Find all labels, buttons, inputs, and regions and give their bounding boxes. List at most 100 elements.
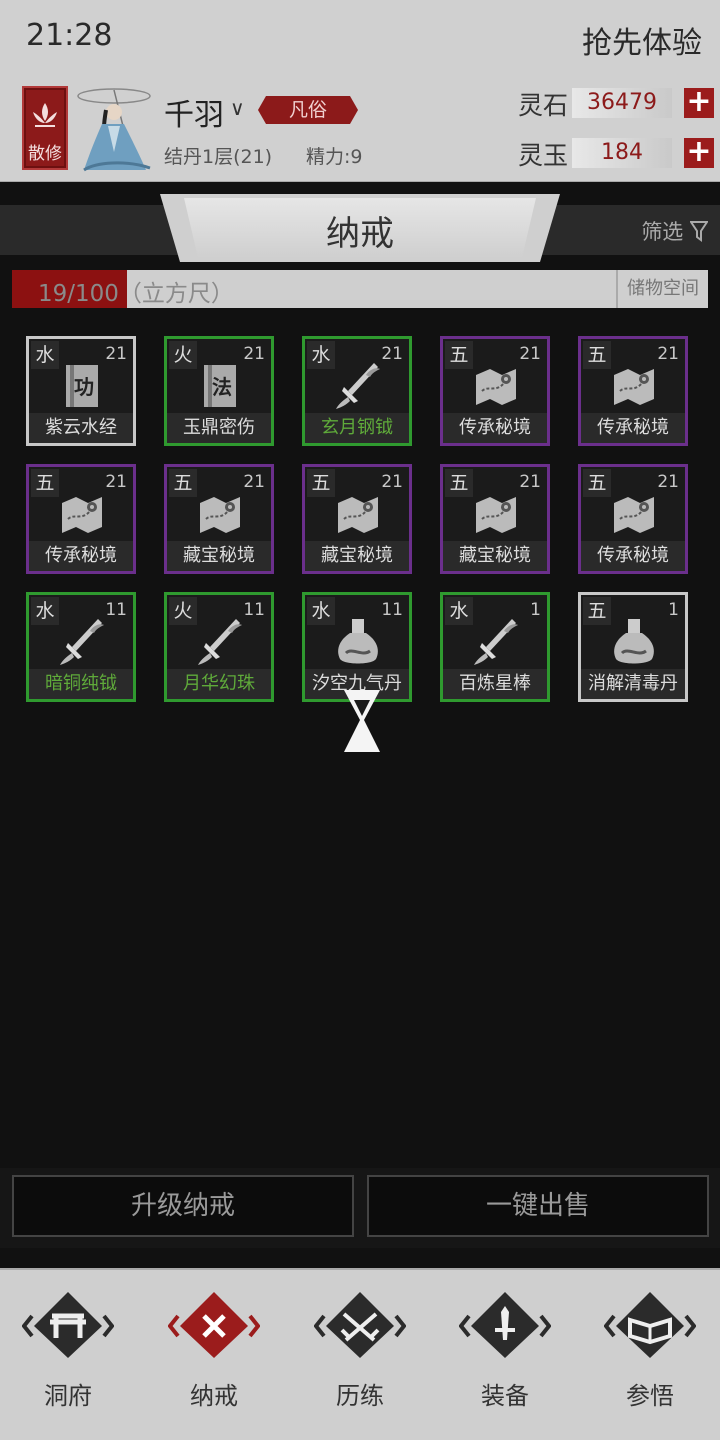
element-tag: 水 [445,597,473,625]
map-scroll-icon [470,361,522,411]
map-scroll-icon [608,489,660,539]
map-scroll-icon [470,489,522,539]
storage-space-button[interactable]: 储物空间 [616,270,708,308]
item-level: 11 [105,600,127,620]
inventory-item[interactable]: 五 1 消解清毒丹 [578,592,688,702]
funnel-icon [689,221,709,242]
item-name: 月华幻珠 [167,669,271,699]
spirit-jade-value: 184 [572,138,672,168]
inventory-item[interactable]: 水 11 汐空九气丹 [302,592,412,702]
status-bar: 21:28 抢先体验 [0,0,720,78]
nav-label: 装备 [481,1382,529,1410]
inventory-item[interactable]: 水 21 功紫云水经 [26,336,136,446]
item-name: 传承秘境 [581,541,685,571]
item-level: 21 [243,344,265,364]
map-scroll-icon [608,361,660,411]
add-spirit-stone-button[interactable]: + [684,87,714,118]
item-name: 藏宝秘境 [167,541,271,571]
inventory-item[interactable]: 水 1 百炼星棒 [440,592,550,702]
nav-label: 纳戒 [190,1382,238,1410]
item-name: 传承秘境 [581,413,685,443]
item-name: 玉鼎密伤 [167,413,271,443]
item-level: 21 [519,344,541,364]
nav-item-4[interactable]: 参悟 [600,1290,700,1420]
item-level: 11 [381,600,403,620]
nav-item-3[interactable]: 装备 [455,1290,555,1420]
element-tag: 五 [169,469,197,497]
map-scroll-icon [194,489,246,539]
item-name: 传承秘境 [443,413,547,443]
nav-item-1[interactable]: 纳戒 [164,1290,264,1420]
item-name: 消解清毒丹 [581,669,685,699]
player-header: 散修 千羽 ∨ 凡俗 结丹1层(21) 精力:9 灵石 36479 + 灵玉 1… [0,78,720,182]
item-name: 传承秘境 [29,541,133,571]
inventory-item[interactable]: 水 21 玄月钢钺 [302,336,412,446]
item-level: 21 [519,472,541,492]
hourglass-icon [344,690,380,752]
nav-label: 历练 [336,1382,384,1410]
svg-text:法: 法 [212,375,232,399]
sell-all-button[interactable]: 一键出售 [367,1175,709,1237]
weapon-icon [332,361,384,411]
map-scroll-icon [56,489,108,539]
item-level: 21 [381,472,403,492]
clock: 21:28 [26,18,113,53]
inventory-item[interactable]: 五 21 藏宝秘境 [302,464,412,574]
spirit-jade-row: 灵玉 184 + [518,136,714,170]
inventory-item[interactable]: 五 21 传承秘境 [578,464,688,574]
avatar[interactable] [76,82,158,172]
item-level: 21 [657,344,679,364]
item-name: 玄月钢钺 [305,413,409,443]
rank-badge: 凡俗 [258,96,358,124]
inventory-item[interactable]: 五 21 藏宝秘境 [440,464,550,574]
item-name: 百炼星棒 [443,669,547,699]
add-spirit-jade-button[interactable]: + [684,137,714,168]
weapon-icon [194,617,246,667]
weapon-icon [56,617,108,667]
inventory-item[interactable]: 五 21 藏宝秘境 [164,464,274,574]
element-tag: 五 [307,469,335,497]
potion-icon [332,617,384,667]
sword-emblem-icon [458,1292,552,1358]
gate-icon [21,1292,115,1358]
svg-text:功: 功 [74,375,94,399]
early-access-label[interactable]: 抢先体验 [582,18,702,62]
item-level: 1 [530,600,541,620]
inventory-item[interactable]: 水 11 暗铜纯钺 [26,592,136,702]
capacity-bar: 19/100（立方尺） [12,270,616,308]
inventory-item[interactable]: 五 21 传承秘境 [440,336,550,446]
potion-icon [608,617,660,667]
item-name: 藏宝秘境 [305,541,409,571]
element-tag: 五 [445,341,473,369]
item-level: 21 [243,472,265,492]
chevron-down-icon[interactable]: ∨ [230,96,245,120]
spirit-stone-value: 36479 [572,88,672,118]
inventory-item[interactable]: 五 21 传承秘境 [578,336,688,446]
lotus-icon [33,103,57,127]
book-icon: 功 [56,361,108,411]
item-level: 11 [243,600,265,620]
item-level: 21 [105,472,127,492]
page-title: 纳戒 [326,214,394,254]
player-name[interactable]: 千羽 [164,90,224,134]
element-tag: 水 [307,341,335,369]
nav-item-2[interactable]: 历练 [310,1290,410,1420]
filter-button[interactable]: 筛选 [641,216,709,246]
inventory-item[interactable]: 火 21 法玉鼎密伤 [164,336,274,446]
sect-badge[interactable]: 散修 [22,86,68,170]
inventory-item[interactable]: 五 21 传承秘境 [26,464,136,574]
nav-item-0[interactable]: 洞府 [18,1290,118,1420]
inventory-item[interactable]: 火 11 月华幻珠 [164,592,274,702]
element-tag: 五 [583,469,611,497]
ring-storage-icon [167,1292,261,1358]
element-tag: 五 [31,469,59,497]
upgrade-ring-button[interactable]: 升级纳戒 [12,1175,354,1237]
item-name: 暗铜纯钺 [29,669,133,699]
element-tag: 水 [31,341,59,369]
element-tag: 火 [169,341,197,369]
element-tag: 五 [445,469,473,497]
element-tag: 五 [583,597,611,625]
nav-label: 洞府 [44,1382,92,1410]
book-icon: 法 [194,361,246,411]
element-tag: 火 [169,597,197,625]
